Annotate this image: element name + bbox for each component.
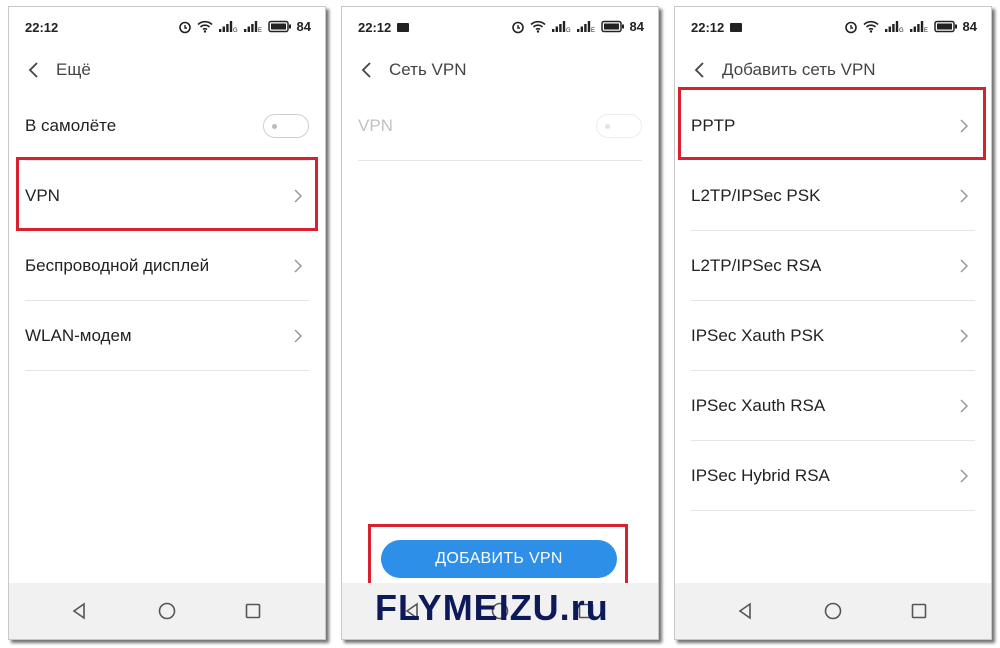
signal-icon: G: [218, 21, 238, 33]
nav-back-icon[interactable]: [69, 600, 91, 622]
settings-row-wlan-modem[interactable]: WLAN-модем: [9, 301, 325, 371]
row-label: Беспроводной дисплей: [25, 256, 210, 275]
svg-text:E: E: [924, 28, 928, 33]
row-label: L2TP/IPSec RSA: [691, 256, 822, 275]
chevron-right-icon: [960, 119, 969, 133]
battery-icon: [267, 20, 291, 33]
alarm-icon: [178, 21, 191, 33]
wifi-icon: [529, 20, 546, 33]
row-label: IPSec Xauth RSA: [691, 396, 826, 415]
nav-home-icon[interactable]: [822, 600, 844, 622]
divider: [358, 160, 642, 161]
vpn-type-row-l2tp-rsa[interactable]: L2TP/IPSec RSA: [675, 231, 991, 301]
nav-back-icon[interactable]: [735, 600, 757, 622]
signal-icon: E: [909, 21, 928, 33]
status-icons: G E 84: [511, 19, 644, 34]
back-arrow-icon[interactable]: [25, 61, 43, 79]
notification-image-icon: [730, 23, 742, 32]
vpn-type-row-xauth-psk[interactable]: IPSec Xauth PSK: [675, 301, 991, 371]
vpn-toggle: [596, 114, 642, 138]
row-label: PPTP: [691, 116, 736, 135]
screen-header: Ещё: [9, 49, 325, 91]
phone-screen-more: 22:12 G E 84 Ещё В самолёте VPN Беспрово…: [8, 6, 326, 640]
status-time: 22:12: [691, 20, 725, 35]
battery-icon: [933, 20, 957, 33]
phone-screen-add-vpn: 22:12 G E 84 Добавить сеть VPN PPTP L2TP…: [674, 6, 992, 640]
signal-icon: G: [884, 21, 904, 33]
svg-text:G: G: [899, 28, 904, 33]
svg-text:E: E: [258, 28, 262, 33]
svg-text:E: E: [591, 28, 595, 33]
screen-header: Добавить сеть VPN: [675, 49, 991, 91]
chevron-right-icon: [960, 259, 969, 273]
add-vpn-button[interactable]: ДОБАВИТЬ VPN: [381, 540, 617, 578]
status-icons: G E 84: [178, 19, 311, 34]
page-title: Ещё: [56, 60, 91, 79]
signal-icon: E: [576, 21, 595, 33]
row-label: L2TP/IPSec PSK: [691, 186, 821, 205]
nav-recent-apps-icon[interactable]: [908, 600, 930, 622]
toggle-knob: [605, 124, 610, 129]
row-label: VPN: [25, 186, 60, 205]
status-time: 22:12: [25, 20, 59, 35]
row-label: WLAN-модем: [25, 326, 132, 345]
svg-text:G: G: [566, 28, 571, 33]
status-icons: G E 84: [844, 19, 977, 34]
alarm-icon: [844, 21, 857, 33]
wifi-icon: [196, 20, 213, 33]
chevron-right-icon: [960, 399, 969, 413]
back-arrow-icon[interactable]: [358, 61, 376, 79]
battery-level: 84: [296, 19, 311, 34]
settings-row-airplane-mode[interactable]: В самолёте: [9, 91, 325, 161]
vpn-type-row-pptp[interactable]: PPTP: [675, 91, 991, 161]
phone-screen-vpn: 22:12 G E 84 Сеть VPN VPN ДОБАВИТЬ VPN: [341, 6, 659, 640]
page-title: Сеть VPN: [389, 60, 467, 79]
signal-icon: G: [551, 21, 571, 33]
status-time: 22:12: [358, 20, 392, 35]
battery-icon: [600, 20, 624, 33]
signal-icon: E: [243, 21, 262, 33]
vpn-type-row-hybrid-rsa[interactable]: IPSec Hybrid RSA: [675, 441, 991, 511]
svg-text:G: G: [233, 28, 238, 33]
chevron-right-icon: [960, 329, 969, 343]
chevron-right-icon: [294, 189, 303, 203]
back-arrow-icon[interactable]: [691, 61, 709, 79]
battery-level: 84: [962, 19, 977, 34]
chevron-right-icon: [294, 259, 303, 273]
row-label: VPN: [358, 116, 393, 135]
screen-header: Сеть VPN: [342, 49, 658, 91]
nav-recent-apps-icon[interactable]: [242, 600, 264, 622]
system-nav-bar: [675, 583, 991, 639]
chevron-right-icon: [960, 189, 969, 203]
vpn-type-row-xauth-rsa[interactable]: IPSec Xauth RSA: [675, 371, 991, 441]
site-watermark: FLYMEIZU.ru: [375, 587, 609, 628]
vpn-type-row-l2tp-psk[interactable]: L2TP/IPSec PSK: [675, 161, 991, 231]
row-label: В самолёте: [25, 116, 117, 135]
battery-level: 84: [629, 19, 644, 34]
nav-home-icon[interactable]: [156, 600, 178, 622]
airplane-mode-toggle[interactable]: [263, 114, 309, 138]
alarm-icon: [511, 21, 524, 33]
row-label: IPSec Hybrid RSA: [691, 466, 830, 485]
divider: [25, 370, 309, 371]
chevron-right-icon: [294, 329, 303, 343]
system-nav-bar: [9, 583, 325, 639]
page-title: Добавить сеть VPN: [722, 60, 876, 79]
toggle-knob: [272, 124, 277, 129]
settings-row-wireless-display[interactable]: Беспроводной дисплей: [9, 231, 325, 301]
chevron-right-icon: [960, 469, 969, 483]
row-label: IPSec Xauth PSK: [691, 326, 825, 345]
status-bar: 22:12 G E 84: [342, 7, 658, 49]
status-bar: 22:12 G E 84: [9, 7, 325, 49]
wifi-icon: [862, 20, 879, 33]
divider: [691, 510, 975, 511]
settings-row-vpn[interactable]: VPN: [9, 161, 325, 231]
status-bar: 22:12 G E 84: [675, 7, 991, 49]
notification-image-icon: [397, 23, 409, 32]
settings-row-vpn-toggle: VPN: [342, 91, 658, 161]
